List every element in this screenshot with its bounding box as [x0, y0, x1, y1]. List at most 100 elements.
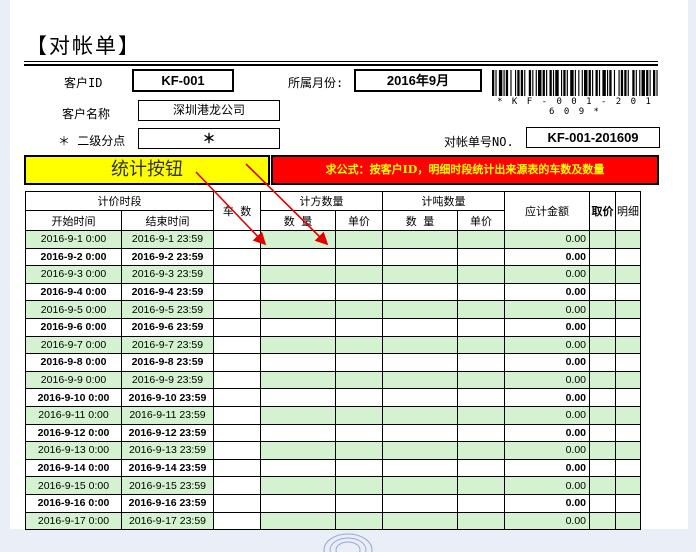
trips-cell[interactable]	[213, 317, 261, 337]
branch-field[interactable]: ＊	[138, 128, 280, 149]
volume-unit-price-cell[interactable]	[335, 441, 383, 460]
ton-qty-cell[interactable]	[382, 282, 458, 302]
detail-cell[interactable]	[615, 511, 641, 531]
trips-cell[interactable]	[213, 511, 261, 531]
volume-unit-price-cell[interactable]	[335, 405, 383, 425]
volume-qty-cell[interactable]	[260, 247, 336, 267]
volume-unit-price-cell[interactable]	[335, 300, 383, 319]
trips-cell[interactable]	[213, 230, 261, 249]
ton-qty-cell[interactable]	[382, 388, 458, 407]
price-pick-cell[interactable]	[589, 317, 616, 337]
volume-qty-cell[interactable]	[260, 282, 336, 302]
volume-unit-price-cell[interactable]	[335, 335, 383, 355]
price-pick-cell[interactable]	[589, 282, 616, 302]
ton-unit-price-cell[interactable]	[457, 423, 505, 443]
ton-unit-price-cell[interactable]	[457, 230, 505, 249]
trips-cell[interactable]	[213, 247, 261, 267]
ton-qty-cell[interactable]	[382, 476, 458, 495]
price-pick-cell[interactable]	[589, 230, 616, 249]
detail-cell[interactable]	[615, 247, 641, 267]
ton-unit-price-cell[interactable]	[457, 282, 505, 302]
price-pick-cell[interactable]	[589, 300, 616, 319]
ton-qty-cell[interactable]	[382, 300, 458, 319]
ton-qty-cell[interactable]	[382, 493, 458, 513]
trips-cell[interactable]	[213, 476, 261, 495]
volume-unit-price-cell[interactable]	[335, 370, 383, 390]
volume-qty-cell[interactable]	[260, 441, 336, 460]
ton-unit-price-cell[interactable]	[457, 353, 505, 372]
volume-qty-cell[interactable]	[260, 317, 336, 337]
trips-cell[interactable]	[213, 335, 261, 355]
statistics-button[interactable]: 统计按钮	[24, 155, 270, 185]
detail-cell[interactable]	[615, 282, 641, 302]
price-pick-cell[interactable]	[589, 458, 616, 478]
detail-cell[interactable]	[615, 493, 641, 513]
detail-cell[interactable]	[615, 265, 641, 284]
volume-qty-cell[interactable]	[260, 370, 336, 390]
ton-qty-cell[interactable]	[382, 335, 458, 355]
detail-cell[interactable]	[615, 405, 641, 425]
ton-qty-cell[interactable]	[382, 247, 458, 267]
volume-qty-cell[interactable]	[260, 353, 336, 372]
detail-cell[interactable]	[615, 423, 641, 443]
ton-qty-cell[interactable]	[382, 370, 458, 390]
volume-qty-cell[interactable]	[260, 511, 336, 531]
price-pick-cell[interactable]	[589, 335, 616, 355]
volume-unit-price-cell[interactable]	[335, 353, 383, 372]
volume-qty-cell[interactable]	[260, 265, 336, 284]
volume-unit-price-cell[interactable]	[335, 265, 383, 284]
ton-unit-price-cell[interactable]	[457, 476, 505, 495]
trips-cell[interactable]	[213, 282, 261, 302]
volume-unit-price-cell[interactable]	[335, 476, 383, 495]
month-field[interactable]: 2016年9月	[354, 69, 482, 92]
volume-qty-cell[interactable]	[260, 458, 336, 478]
ton-unit-price-cell[interactable]	[457, 441, 505, 460]
customer-name-field[interactable]: 深圳港龙公司	[138, 100, 280, 121]
volume-unit-price-cell[interactable]	[335, 247, 383, 267]
price-pick-cell[interactable]	[589, 423, 616, 443]
price-pick-cell[interactable]	[589, 405, 616, 425]
trips-cell[interactable]	[213, 265, 261, 284]
volume-qty-cell[interactable]	[260, 423, 336, 443]
ton-unit-price-cell[interactable]	[457, 265, 505, 284]
volume-unit-price-cell[interactable]	[335, 493, 383, 513]
trips-cell[interactable]	[213, 370, 261, 390]
price-pick-cell[interactable]	[589, 476, 616, 495]
ton-unit-price-cell[interactable]	[457, 493, 505, 513]
ton-unit-price-cell[interactable]	[457, 511, 505, 531]
detail-cell[interactable]	[615, 230, 641, 249]
detail-cell[interactable]	[615, 388, 641, 407]
volume-qty-cell[interactable]	[260, 230, 336, 249]
price-pick-cell[interactable]	[589, 247, 616, 267]
volume-unit-price-cell[interactable]	[335, 388, 383, 407]
ton-unit-price-cell[interactable]	[457, 405, 505, 425]
ton-unit-price-cell[interactable]	[457, 317, 505, 337]
ton-qty-cell[interactable]	[382, 265, 458, 284]
price-pick-cell[interactable]	[589, 388, 616, 407]
volume-qty-cell[interactable]	[260, 493, 336, 513]
detail-cell[interactable]	[615, 441, 641, 460]
trips-cell[interactable]	[213, 423, 261, 443]
detail-cell[interactable]	[615, 300, 641, 319]
trips-cell[interactable]	[213, 353, 261, 372]
ton-unit-price-cell[interactable]	[457, 370, 505, 390]
detail-cell[interactable]	[615, 335, 641, 355]
volume-unit-price-cell[interactable]	[335, 317, 383, 337]
trips-cell[interactable]	[213, 441, 261, 460]
trips-cell[interactable]	[213, 388, 261, 407]
volume-unit-price-cell[interactable]	[335, 230, 383, 249]
volume-qty-cell[interactable]	[260, 388, 336, 407]
detail-cell[interactable]	[615, 458, 641, 478]
ton-unit-price-cell[interactable]	[457, 335, 505, 355]
ton-qty-cell[interactable]	[382, 511, 458, 531]
ton-qty-cell[interactable]	[382, 458, 458, 478]
detail-cell[interactable]	[615, 370, 641, 390]
volume-qty-cell[interactable]	[260, 405, 336, 425]
trips-cell[interactable]	[213, 493, 261, 513]
detail-cell[interactable]	[615, 353, 641, 372]
volume-qty-cell[interactable]	[260, 476, 336, 495]
price-pick-cell[interactable]	[589, 370, 616, 390]
volume-unit-price-cell[interactable]	[335, 511, 383, 531]
volume-qty-cell[interactable]	[260, 300, 336, 319]
customer-id-field[interactable]: KF-001	[132, 69, 234, 92]
